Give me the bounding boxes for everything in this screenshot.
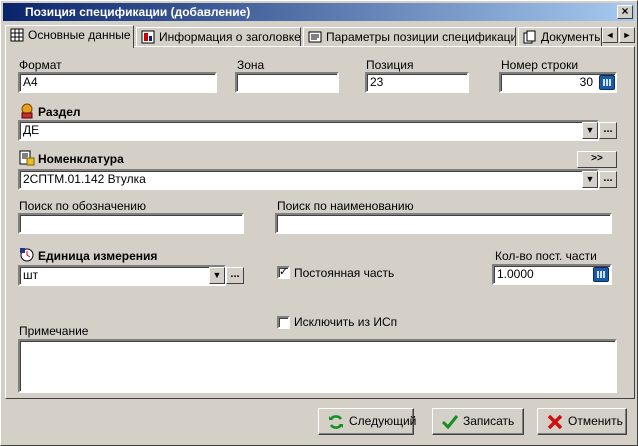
- title-bar: Позиция спецификации (добавление) ×: [3, 3, 635, 21]
- tab-label: Информация о заголовке: [159, 30, 301, 44]
- close-button[interactable]: ×: [617, 5, 633, 19]
- unit-icon: [20, 248, 34, 262]
- section-dropdown-button[interactable]: ▼: [582, 122, 598, 139]
- nomenclature-browse-button[interactable]: ...: [599, 171, 617, 188]
- nomenclature-dropdown-button[interactable]: ▼: [582, 171, 598, 188]
- unit-browse-button[interactable]: ...: [226, 267, 244, 284]
- tab-scroll-right[interactable]: ►: [619, 27, 635, 43]
- unit-label: Единица измерения: [38, 249, 158, 263]
- section-browse-button[interactable]: ...: [599, 122, 617, 139]
- row-number-label: Номер строки: [501, 58, 579, 72]
- position-field[interactable]: 23: [365, 72, 469, 93]
- unit-select[interactable]: шт: [18, 265, 226, 286]
- grid-icon: [10, 28, 24, 42]
- tab-label: Основные данные: [28, 28, 131, 42]
- tab-header-info[interactable]: Информация о заголовке: [136, 27, 301, 47]
- exclude-isp-label: Исключить из ИСп: [294, 315, 398, 329]
- format-field[interactable]: A4: [18, 72, 217, 93]
- tab-main-data[interactable]: Основные данные: [5, 25, 134, 48]
- note-label: Примечание: [19, 324, 89, 338]
- tab-strip: Основные данные Информация о заголовке П…: [5, 25, 635, 48]
- nomenclature-select[interactable]: 2СПТМ.01.142 Втулка: [18, 169, 599, 190]
- constant-part-label: Постоянная часть: [294, 266, 395, 280]
- cancel-button[interactable]: Отменить: [537, 408, 627, 435]
- params-icon: [308, 31, 322, 43]
- calculator-icon[interactable]: [593, 267, 609, 282]
- position-label: Позиция: [366, 58, 414, 72]
- save-button-label: Записать: [463, 414, 515, 428]
- search-designation-input[interactable]: [18, 213, 244, 234]
- zone-label: Зона: [237, 58, 265, 72]
- unit-dropdown-button[interactable]: ▼: [209, 267, 225, 284]
- tab-position-params[interactable]: Параметры позиции спецификации: [303, 27, 516, 47]
- tab-scroll-left[interactable]: ◄: [602, 27, 618, 43]
- calculator-icon[interactable]: [599, 75, 615, 90]
- save-button[interactable]: Записать: [432, 408, 524, 435]
- cross-icon: [547, 414, 563, 430]
- nomenclature-label: Номенклатура: [38, 152, 124, 166]
- header-info-icon: [141, 30, 155, 44]
- exclude-isp-checkbox[interactable]: [277, 316, 290, 329]
- tab-label: Документы: [541, 30, 602, 44]
- section-select[interactable]: ДЕ: [18, 120, 599, 141]
- nomenclature-icon: [19, 150, 35, 166]
- section-icon: [21, 103, 33, 119]
- section-label: Раздел: [38, 105, 81, 119]
- constant-part-checkbox[interactable]: ✓: [277, 266, 290, 279]
- tab-label: Параметры позиции спецификации: [326, 30, 516, 44]
- format-label: Формат: [19, 58, 62, 72]
- tab-documents[interactable]: Документы: [518, 27, 602, 47]
- search-designation-label: Поиск по обозначению: [19, 199, 146, 213]
- note-textarea[interactable]: [18, 339, 617, 393]
- search-name-label: Поиск по наименованию: [277, 199, 414, 213]
- documents-icon: [523, 30, 536, 44]
- checkmark-icon: [441, 415, 459, 430]
- search-name-input[interactable]: [275, 213, 612, 234]
- cancel-button-label: Отменить: [568, 414, 623, 428]
- const-qty-label: Кол-во пост. части: [495, 249, 597, 263]
- next-button-label: Следующий: [349, 414, 417, 428]
- refresh-icon: [329, 415, 343, 429]
- dialog-window: Позиция спецификации (добавление) × Осно…: [0, 0, 638, 446]
- window-title: Позиция спецификации (добавление): [25, 5, 251, 19]
- nomenclature-expand-button[interactable]: >>: [577, 151, 617, 168]
- zone-field[interactable]: [235, 72, 339, 93]
- next-button[interactable]: Следующий: [318, 408, 417, 435]
